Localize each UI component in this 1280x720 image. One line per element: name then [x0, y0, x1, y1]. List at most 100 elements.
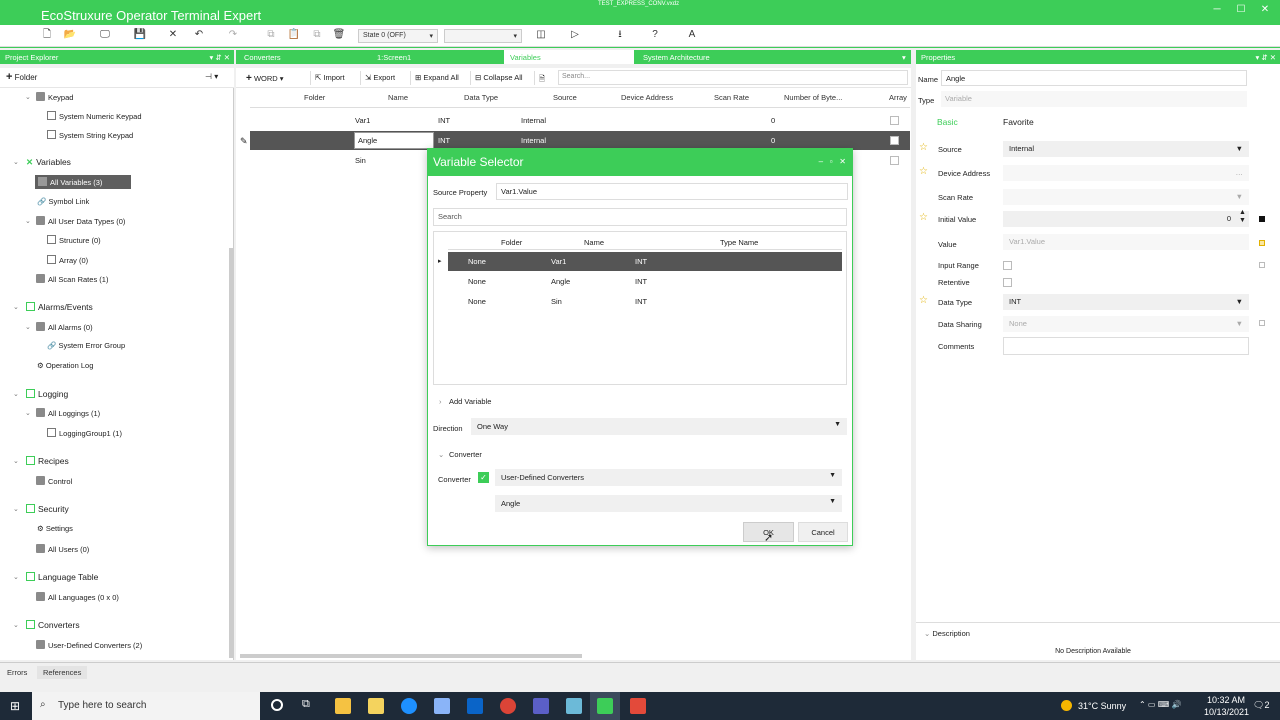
table-row[interactable]: Var1 INT Internal 0	[250, 111, 910, 130]
tree-item-user-converters[interactable]: User-Defined Converters (2)	[36, 640, 142, 650]
tree-item-logging-group[interactable]: LoggingGroup1 (1)	[47, 428, 122, 438]
col-folder[interactable]: Folder	[501, 238, 522, 247]
cut-icon[interactable]: ✕	[166, 28, 180, 42]
input-range-checkbox[interactable]	[1003, 261, 1012, 270]
open-icon[interactable]: 📂	[63, 28, 77, 42]
import-button[interactable]: ⇱ Import	[310, 71, 349, 85]
app-icon[interactable]	[566, 698, 582, 714]
converter-checkbox[interactable]: ✓	[478, 472, 489, 483]
expand-all-button[interactable]: ⊞ Expand All	[410, 71, 463, 85]
tab-converters[interactable]: Converters	[238, 50, 287, 64]
filter-icon[interactable]: 🗎	[534, 71, 549, 85]
delete-icon[interactable]: 🗑	[332, 28, 346, 42]
copy-icon[interactable]: ⧉	[264, 28, 278, 42]
chevron-down-icon[interactable]: ⌄	[13, 457, 19, 465]
col-array[interactable]: Array	[889, 93, 907, 107]
tree-item-all-variables[interactable]: All Variables (3)	[35, 175, 131, 189]
download-icon[interactable]: ⭳	[613, 28, 627, 42]
tree-item-all-alarms[interactable]: All Alarms (0)	[36, 322, 93, 332]
tree-item-string-keypad[interactable]: System String Keypad	[47, 130, 133, 140]
converter-section-header[interactable]: Converter	[449, 450, 482, 459]
store-icon[interactable]	[368, 698, 384, 714]
col-scan-rate[interactable]: Scan Rate	[714, 93, 749, 107]
chevron-down-icon[interactable]: ⌄	[13, 621, 19, 629]
tab-menu-icon[interactable]: ▾	[896, 50, 912, 64]
chevron-down-icon[interactable]: ⌄	[13, 390, 19, 398]
chevron-right-icon[interactable]: ›	[439, 397, 442, 406]
file-explorer-icon[interactable]	[335, 698, 351, 714]
tree-item-array[interactable]: Array (0)	[47, 255, 88, 265]
value-field[interactable]: Var1.Value	[1003, 234, 1249, 250]
tree-item-settings[interactable]: ⚙ Settings	[37, 524, 73, 533]
clock-date[interactable]: 10/13/2021	[1204, 707, 1249, 717]
name-edit-input[interactable]: Angle	[354, 132, 434, 149]
new-file-icon[interactable]: 🗋	[40, 28, 54, 42]
tree-item-variables[interactable]: ✕ Variables	[26, 157, 71, 168]
tab-system-architecture[interactable]: System Architecture	[637, 50, 716, 64]
chevron-down-icon[interactable]: ⌄	[25, 93, 31, 101]
run-icon[interactable]: ▷	[568, 28, 582, 42]
clock-time[interactable]: 10:32 AM	[1207, 695, 1245, 705]
teams-icon[interactable]	[533, 698, 549, 714]
variables-search-input[interactable]: Search...	[558, 70, 908, 85]
description-header[interactable]: ⌄ Description	[924, 629, 970, 638]
tab-screen1[interactable]: 1:Screen1	[371, 50, 417, 64]
font-icon[interactable]: A	[685, 28, 699, 42]
errors-tab[interactable]: Errors	[1, 666, 33, 679]
dialog-search-input[interactable]: Search	[433, 208, 847, 226]
source-dropdown[interactable]: Internal ▼	[1003, 141, 1249, 157]
binding-indicator-icon[interactable]	[1259, 240, 1265, 246]
array-checkbox[interactable]	[890, 156, 899, 165]
notification-icon[interactable]: 🗨2	[1253, 700, 1269, 711]
maximize-button[interactable]: ☐	[1229, 4, 1253, 18]
array-checkbox[interactable]	[890, 116, 899, 125]
cortana-icon[interactable]	[271, 699, 283, 711]
scan-rate-dropdown[interactable]: ▼	[1003, 189, 1249, 205]
duplicate-icon[interactable]: ⧉	[310, 28, 324, 42]
comments-input[interactable]	[1003, 337, 1249, 355]
cancel-button[interactable]: Cancel	[798, 522, 848, 542]
chevron-down-icon[interactable]: ⌄	[13, 158, 19, 166]
list-item[interactable]: None Angle INT	[448, 272, 842, 291]
device-address-input[interactable]: …	[1003, 165, 1249, 181]
data-type-dropdown[interactable]: INT ▼	[1003, 294, 1249, 310]
tree-item-language-table[interactable]: Language Table	[26, 572, 98, 582]
tree-item-all-loggings[interactable]: All Loggings (1)	[36, 408, 100, 418]
col-device-address[interactable]: Device Address	[621, 93, 673, 107]
binding-indicator-icon[interactable]	[1259, 262, 1265, 268]
edge-icon[interactable]	[401, 698, 417, 714]
references-tab[interactable]: References	[37, 666, 88, 679]
collapse-all-button[interactable]: ⊟ Collapse All	[470, 71, 527, 85]
close-icon[interactable]: ▾ ⇵ ✕	[1255, 53, 1276, 62]
tree-item-alarms[interactable]: Alarms/Events	[26, 302, 93, 312]
ecostruxure-icon[interactable]	[597, 698, 613, 714]
weather-text[interactable]: 31°C Sunny	[1078, 701, 1126, 711]
chevron-down-icon[interactable]: ⌄	[25, 323, 31, 331]
horizontal-scrollbar[interactable]	[240, 654, 582, 658]
minimize-button[interactable]: ─	[1205, 4, 1229, 18]
tree-item-user-data-types[interactable]: All User Data Types (0)	[36, 216, 125, 226]
tree-item-all-users[interactable]: All Users (0)	[36, 544, 89, 554]
add-folder-button[interactable]: + Folder	[6, 71, 37, 83]
tray-icons[interactable]: ⌃ ▭ ⌨ 🔊	[1139, 700, 1181, 709]
add-word-button[interactable]: + WORD ▾	[242, 71, 288, 85]
col-source[interactable]: Source	[553, 93, 577, 107]
pin-icon[interactable]: ⊣ ▾	[205, 72, 218, 81]
star-icon[interactable]: ☆	[919, 142, 928, 153]
tab-favorite[interactable]: Favorite	[1003, 117, 1034, 127]
col-data-type[interactable]: Data Type	[464, 93, 498, 107]
chrome-icon[interactable]	[500, 698, 516, 714]
task-view-icon[interactable]: ⧉	[302, 698, 310, 711]
list-item[interactable]: None Sin INT	[448, 292, 842, 311]
binding-indicator-icon[interactable]	[1259, 320, 1265, 326]
tree-scrollbar[interactable]	[229, 248, 233, 658]
tree-item-operation-log[interactable]: ⚙ Operation Log	[37, 361, 93, 370]
list-item-selected[interactable]: None Var1 INT	[448, 252, 842, 271]
converter-value-dropdown[interactable]: Angle ▼	[495, 495, 842, 512]
chevron-down-icon[interactable]: ⌄	[13, 505, 19, 513]
add-variable-button[interactable]: Add Variable	[449, 397, 491, 406]
save-icon[interactable]: 💾	[133, 28, 147, 42]
dialog-window-controls[interactable]: – ▫ ✕	[819, 157, 846, 166]
close-icon[interactable]: ▾ ⇵ ✕	[209, 53, 230, 62]
tree-item-all-languages[interactable]: All Languages (0 x 0)	[36, 592, 119, 602]
